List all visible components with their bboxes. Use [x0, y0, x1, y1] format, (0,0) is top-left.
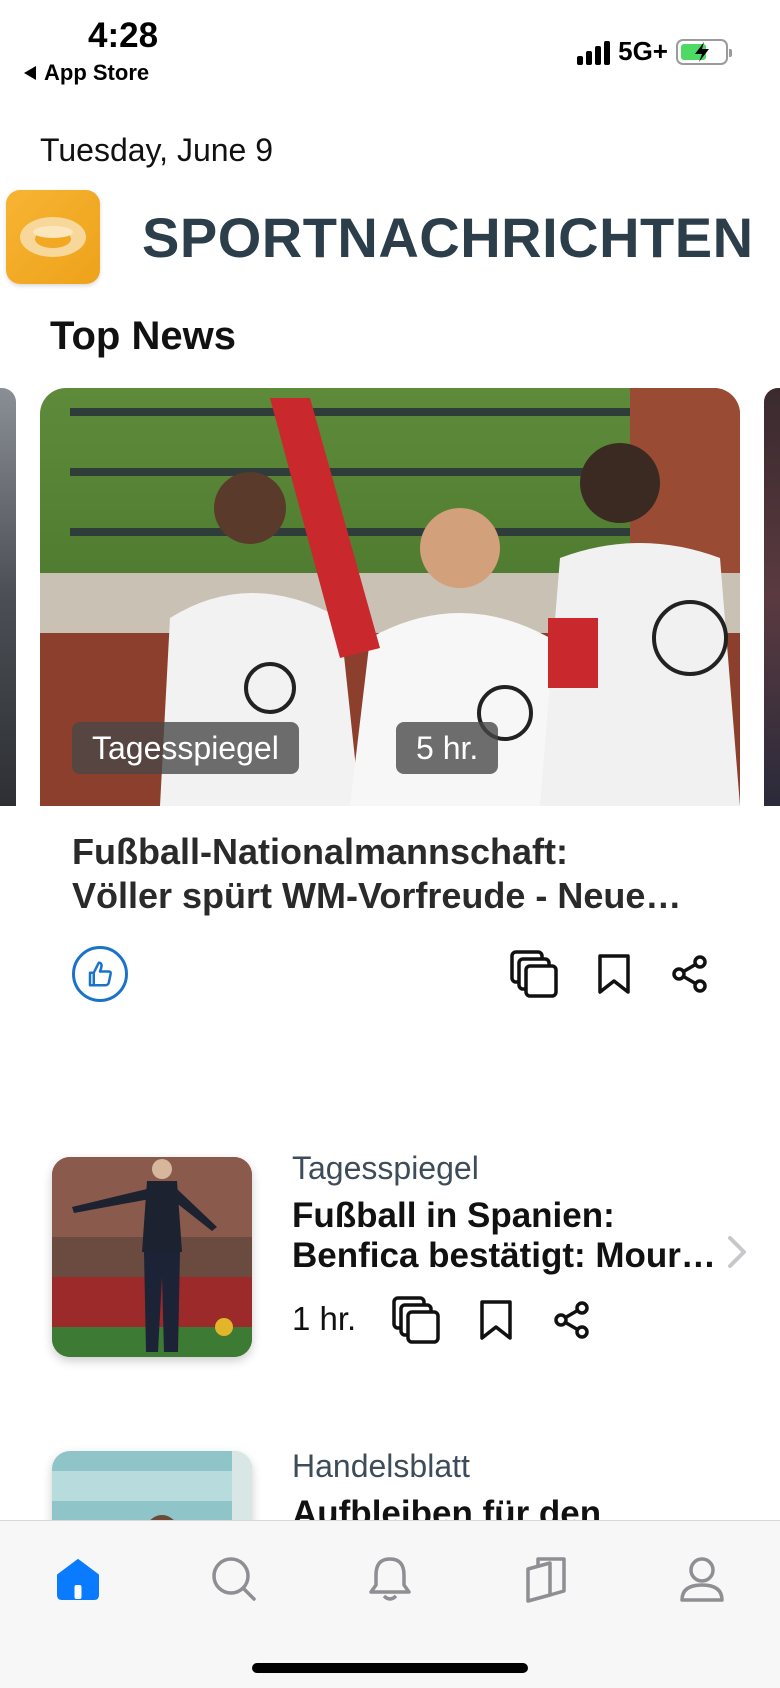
share-button[interactable]	[662, 946, 718, 1002]
featured-source-badge: Tagesspiegel	[72, 722, 299, 774]
thumbs-up-icon	[88, 961, 112, 987]
bookmark-icon	[480, 1300, 512, 1340]
featured-headline[interactable]: Fußball-Nationalmannschaft: Völler spürt…	[72, 830, 712, 918]
featured-headline-line-1: Fußball-Nationalmannschaft:	[72, 831, 569, 872]
article-thumbnail[interactable]	[52, 1157, 252, 1357]
current-date: Tuesday, June 9	[40, 132, 274, 168]
like-button[interactable]	[72, 946, 128, 1002]
copy-button[interactable]	[506, 946, 562, 1002]
article-source: Handelsblatt	[292, 1448, 470, 1484]
status-bar: 4:28 App Store 5G+	[0, 0, 780, 100]
section-title-top-news: Top News	[50, 314, 236, 358]
article-source: Tagesspiegel	[292, 1150, 479, 1186]
cards-icon	[526, 1557, 566, 1603]
copy-icon	[392, 1296, 440, 1344]
next-card-peek[interactable]	[764, 388, 780, 806]
bookmark-button[interactable]	[586, 946, 642, 1002]
copy-icon	[510, 950, 558, 998]
bell-icon	[369, 1557, 411, 1601]
tab-home[interactable]	[48, 1549, 108, 1609]
back-to-app-store-button[interactable]: App Store	[24, 60, 149, 86]
back-label: App Store	[44, 60, 150, 85]
profile-icon	[680, 1557, 724, 1602]
share-button[interactable]	[544, 1292, 600, 1348]
battery-icon	[676, 38, 732, 65]
featured-headline-line-2: Völler spürt WM-Vorfreude - Neue…	[72, 875, 682, 916]
copy-button[interactable]	[388, 1292, 444, 1348]
status-time: 4:28	[88, 16, 159, 55]
share-icon	[554, 1301, 589, 1339]
app-brand-title: SPORTNACHRICHTEN	[142, 206, 754, 269]
featured-time-badge: 5 hr.	[396, 722, 499, 774]
tab-bar	[0, 1520, 780, 1688]
tab-collections[interactable]	[516, 1549, 576, 1609]
article-time: 1 hr.	[292, 1300, 357, 1337]
article-title[interactable]: Fußball in Spanien: Benfica bestätigt: M…	[292, 1196, 724, 1276]
featured-article-image[interactable]: Tagesspiegel 5 hr.	[40, 388, 740, 806]
back-triangle-icon	[24, 66, 36, 80]
tab-profile[interactable]	[672, 1549, 732, 1609]
home-icon	[57, 1559, 99, 1600]
previous-card-peek[interactable]	[0, 388, 16, 806]
share-icon	[672, 955, 707, 993]
search-icon	[212, 1557, 256, 1601]
network-type: 5G+	[618, 36, 668, 66]
article-title-line-2: Benfica bestätigt: Mour…	[292, 1236, 716, 1275]
home-indicator	[252, 1663, 528, 1673]
status-indicators: 5G+	[577, 36, 732, 67]
tab-notifications[interactable]	[360, 1549, 420, 1609]
tab-search[interactable]	[204, 1549, 264, 1609]
bookmark-button[interactable]	[468, 1292, 524, 1348]
article-title-line-1: Fußball in Spanien:	[292, 1196, 615, 1235]
chevron-right-icon[interactable]	[724, 1232, 750, 1272]
cellular-signal-icon	[577, 39, 611, 65]
stadium-logo-icon	[6, 190, 100, 284]
bookmark-icon	[598, 954, 630, 994]
